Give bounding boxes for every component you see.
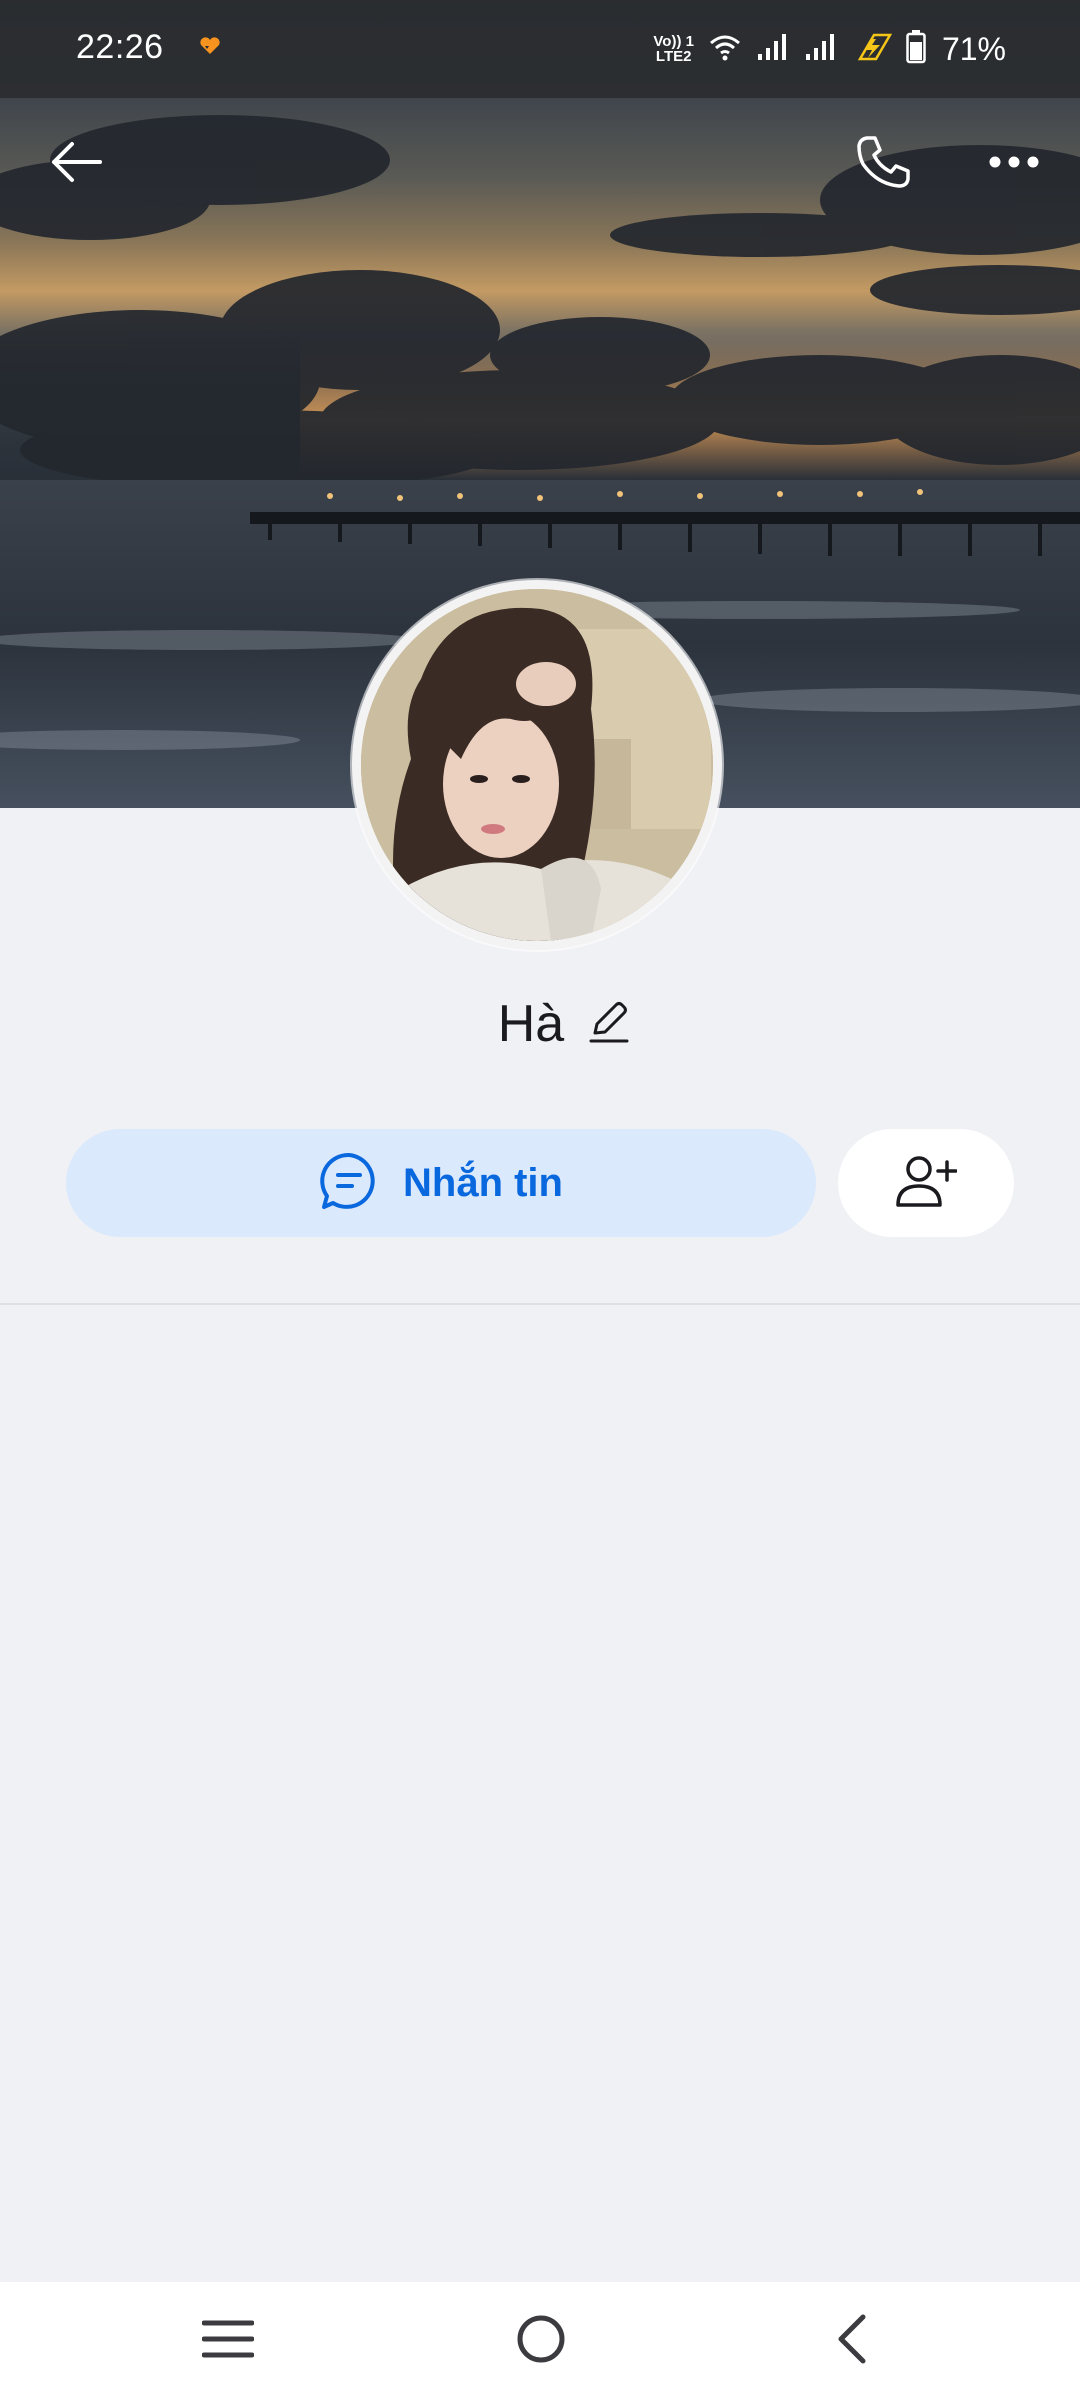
message-button[interactable]: Nhắn tin (66, 1129, 816, 1237)
edit-name-button[interactable] (586, 999, 632, 1049)
pencil-icon (589, 999, 629, 1050)
charging-bolt-icon (852, 32, 893, 67)
status-bar: 22:26 Vo)) 1 LTE2 71% (0, 0, 1080, 98)
more-horizontal-icon (989, 155, 1039, 174)
menu-icon (201, 2319, 255, 2364)
avatar[interactable] (352, 580, 722, 950)
back-chevron-icon (831, 2313, 871, 2370)
section-divider (0, 1303, 1080, 1305)
add-user-icon (895, 1154, 958, 1213)
status-icons: Vo)) 1 LTE2 71% (653, 26, 1006, 72)
status-time: 22:26 (76, 28, 164, 66)
system-navigation-bar (0, 2282, 1080, 2400)
volte-icon: Vo)) 1 LTE2 (653, 33, 694, 65)
heart-notification-icon (198, 36, 222, 61)
profile-name: Hà (497, 995, 565, 1053)
back-button[interactable] (36, 124, 116, 204)
home-button[interactable] (496, 2300, 586, 2382)
recent-apps-button[interactable] (183, 2300, 273, 2382)
call-button[interactable] (844, 124, 924, 204)
message-label: Nhắn tin (403, 1160, 563, 1205)
battery-percent: 71% (941, 30, 1006, 67)
chat-bubble-icon (319, 1151, 379, 1216)
name-row: Hà (0, 994, 1080, 1054)
add-friend-button[interactable] (838, 1129, 1014, 1237)
signal-sim2-icon (804, 32, 838, 67)
wifi-icon (708, 32, 742, 67)
more-options-button[interactable] (974, 124, 1054, 204)
system-back-button[interactable] (806, 2300, 896, 2382)
avatar-photo (361, 589, 713, 941)
arrow-left-icon (50, 140, 102, 189)
phone-icon (855, 134, 913, 195)
battery-icon (906, 29, 926, 69)
home-icon (515, 2313, 567, 2370)
profile-screen: 22:26 Vo)) 1 LTE2 71% Hà Nhắn tin (0, 0, 1080, 2400)
signal-sim1-icon (756, 32, 790, 67)
